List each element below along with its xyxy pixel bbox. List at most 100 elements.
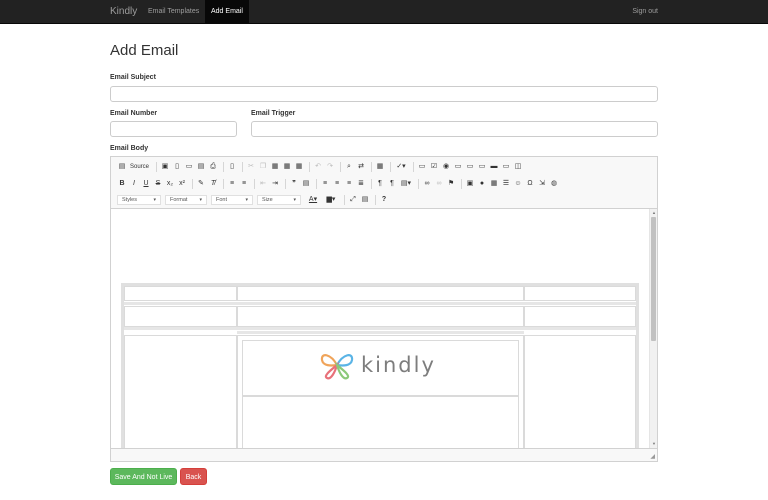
spellcheck-icon[interactable]: ✓▾: [394, 162, 408, 172]
italic-icon[interactable]: I: [129, 179, 139, 189]
scroll-thumb[interactable]: [651, 217, 656, 341]
format-dropdown[interactable]: Format ▾: [165, 195, 207, 205]
strikethrough-icon[interactable]: S: [153, 179, 163, 189]
bold-icon[interactable]: B: [117, 179, 127, 189]
scroll-down-icon[interactable]: ▼: [651, 441, 657, 447]
underline-icon[interactable]: U: [141, 179, 151, 189]
logo-wordmark: kindly: [361, 353, 436, 377]
format-dropdown-label: Format: [170, 197, 188, 203]
replace-icon[interactable]: ⇄: [356, 162, 366, 172]
remove-format-icon[interactable]: T̸: [208, 179, 218, 189]
font-dropdown[interactable]: Font ▾: [211, 195, 253, 205]
blockquote-icon[interactable]: ❞: [289, 179, 299, 189]
editor-content-area[interactable]: kindly: [111, 209, 649, 448]
anchor-icon[interactable]: ⚑: [446, 179, 456, 189]
smiley-icon[interactable]: ☺: [513, 179, 523, 189]
save-and-not-live-button[interactable]: Save And Not Live: [110, 468, 177, 485]
top-navbar: Kindly Email Templates Add Email Sign ou…: [0, 0, 768, 24]
scroll-up-icon[interactable]: ▲: [651, 210, 657, 216]
styles-dropdown[interactable]: Styles ▾: [117, 195, 161, 205]
table-cell: [124, 286, 237, 301]
paste-word-icon[interactable]: ▦: [294, 162, 304, 172]
toolbar-separator: [418, 179, 419, 189]
nav-email-templates[interactable]: Email Templates: [142, 0, 205, 24]
language-icon[interactable]: ▤▾: [399, 179, 413, 189]
align-center-icon[interactable]: ≡: [332, 179, 342, 189]
paste-icon[interactable]: ▦: [270, 162, 280, 172]
size-dropdown-label: Size: [262, 197, 273, 203]
table-icon[interactable]: ▦: [489, 179, 499, 189]
redo-icon[interactable]: ↷: [325, 162, 335, 172]
nav-add-email[interactable]: Add Email: [205, 0, 249, 24]
align-justify-icon[interactable]: ≣: [356, 179, 366, 189]
template-icon[interactable]: ▤: [196, 162, 206, 172]
rich-text-editor: ▤ Source ▣ ▯ ▭ ▤ ⎙ ▯ ✂ ❐ ▦ ▦ ▦ ↶ ↷ ⌕ ⇄ ▦…: [110, 156, 658, 462]
hidden-field-icon[interactable]: ◫: [513, 162, 523, 172]
find-icon[interactable]: ⌕: [344, 162, 354, 172]
editor-scrollbar[interactable]: ▲ ▼: [649, 209, 657, 448]
flash-icon[interactable]: ●: [477, 179, 487, 189]
back-button[interactable]: Back: [180, 468, 207, 485]
page-break-icon[interactable]: ⇲: [537, 179, 547, 189]
link-icon[interactable]: ∞: [422, 179, 432, 189]
text-color-icon[interactable]: A▾: [305, 195, 321, 205]
chevron-down-icon: ▾: [293, 197, 296, 203]
size-dropdown[interactable]: Size ▾: [257, 195, 301, 205]
maximize-icon[interactable]: ⤢: [348, 195, 358, 205]
copy-icon[interactable]: ❐: [258, 162, 268, 172]
outdent-icon[interactable]: ⇤: [258, 179, 268, 189]
indent-icon[interactable]: ⇥: [270, 179, 280, 189]
unlink-icon[interactable]: ∞: [434, 179, 444, 189]
table-cell: [124, 306, 237, 327]
table-cell: [524, 286, 636, 301]
textarea-icon[interactable]: ▭: [465, 162, 475, 172]
email-number-input[interactable]: [110, 121, 237, 137]
new-page-icon[interactable]: ▯: [172, 162, 182, 172]
resize-handle-icon[interactable]: ◢: [650, 453, 655, 460]
checkbox-icon[interactable]: ☑: [429, 162, 439, 172]
styles-dropdown-label: Styles: [122, 197, 137, 203]
subscript-icon[interactable]: x₂: [165, 179, 175, 189]
form-icon[interactable]: ▭: [417, 162, 427, 172]
iframe-icon[interactable]: ◍: [549, 179, 559, 189]
email-number-label: Email Number: [110, 110, 158, 117]
sign-out-link[interactable]: Sign out: [632, 0, 658, 24]
show-blocks-icon[interactable]: ▤: [360, 195, 370, 205]
align-right-icon[interactable]: ≡: [344, 179, 354, 189]
align-left-icon[interactable]: ≡: [320, 179, 330, 189]
image-icon[interactable]: ▣: [465, 179, 475, 189]
help-icon[interactable]: ?: [379, 195, 389, 205]
email-subject-input[interactable]: [110, 86, 658, 102]
button-field-icon[interactable]: ▬: [489, 162, 499, 172]
div-icon[interactable]: ▤: [301, 179, 311, 189]
cut-icon[interactable]: ✂: [246, 162, 256, 172]
table-cell: [242, 396, 519, 448]
background-color-icon[interactable]: ▆▾: [323, 195, 339, 205]
radio-icon[interactable]: ◉: [441, 162, 451, 172]
print-icon[interactable]: ⎙: [208, 162, 218, 172]
ltr-icon[interactable]: ¶: [375, 179, 385, 189]
toolbar-separator: [223, 162, 225, 172]
toolbar-separator: [461, 179, 462, 189]
numbered-list-icon[interactable]: ≡: [227, 179, 237, 189]
source-button[interactable]: Source: [130, 164, 149, 170]
brand-link[interactable]: Kindly: [110, 0, 137, 24]
paste-text-icon[interactable]: ▦: [282, 162, 292, 172]
undo-icon[interactable]: ↶: [313, 162, 323, 172]
superscript-icon[interactable]: x²: [177, 179, 187, 189]
copy-format-icon[interactable]: ✎: [196, 179, 206, 189]
preview-icon[interactable]: ▭: [184, 162, 194, 172]
document-icon[interactable]: ▯: [227, 162, 237, 172]
email-trigger-input[interactable]: [251, 121, 658, 137]
select-all-icon[interactable]: ▦: [375, 162, 385, 172]
source-icon[interactable]: ▤: [117, 162, 127, 172]
special-char-icon[interactable]: Ω: [525, 179, 535, 189]
bulleted-list-icon[interactable]: ≡: [239, 179, 249, 189]
save-icon[interactable]: ▣: [160, 162, 170, 172]
table-divider: [124, 302, 636, 305]
image-button-icon[interactable]: ▭: [501, 162, 511, 172]
select-field-icon[interactable]: ▭: [477, 162, 487, 172]
rtl-icon[interactable]: ¶: [387, 179, 397, 189]
textfield-icon[interactable]: ▭: [453, 162, 463, 172]
horizontal-line-icon[interactable]: ☰: [501, 179, 511, 189]
